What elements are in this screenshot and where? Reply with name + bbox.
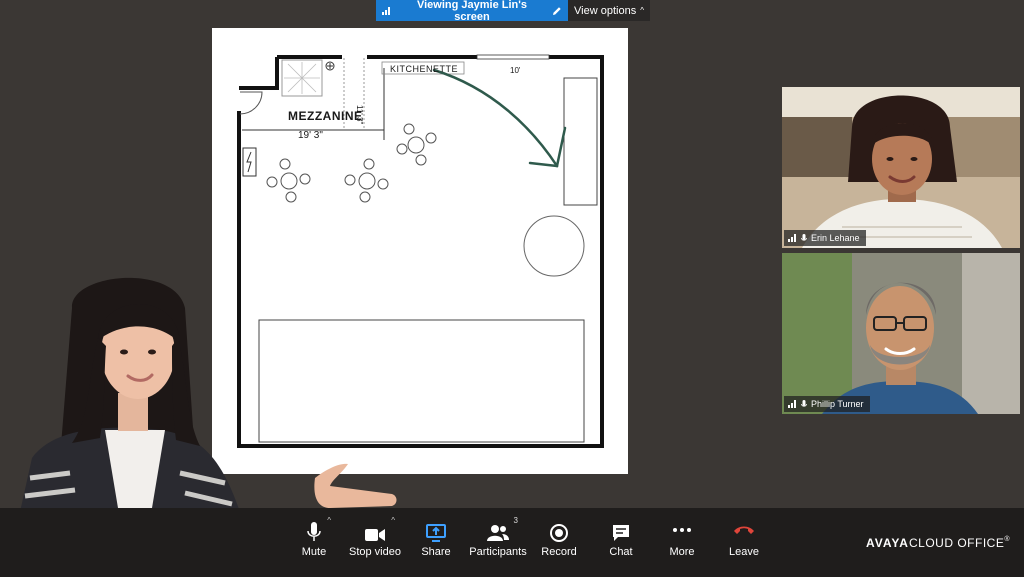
participant-name: Phillip Turner [811,399,864,409]
record-icon [550,524,568,542]
mezzanine-outline [242,58,385,140]
participant-video [782,253,1020,414]
share-screen-icon [426,524,446,542]
chat-icon [613,525,629,541]
participant-video [782,87,1020,248]
participant-label: Erin Lehane [784,230,866,246]
share-button[interactable]: Share [401,518,471,558]
video-camera-icon [365,529,385,541]
more-label: More [669,546,695,558]
mute-button[interactable]: ^ Mute [279,516,349,558]
presenter-video [0,268,400,512]
chat-button[interactable]: Chat [586,518,656,558]
pencil-icon[interactable] [552,6,562,16]
microphone-icon [801,399,807,407]
microphone-icon [307,522,321,541]
more-dots-icon [673,528,691,532]
more-button[interactable]: More [647,518,717,558]
round-table [523,215,585,277]
dimension-width: 19' 3" [298,130,323,141]
participant-name: Erin Lehane [811,233,860,243]
microphone-icon [801,233,807,241]
signal-icon [788,234,796,242]
chevron-up-icon[interactable]: ^ [327,516,331,525]
kitchenette-label: KITCHENETTE [390,64,459,74]
participant-tile-erin[interactable]: Erin Lehane [782,87,1020,248]
signal-icon [382,7,390,15]
participant-tile-phillip[interactable]: Phillip Turner [782,253,1020,414]
door-swing [239,91,263,115]
chevron-up-icon[interactable]: ^ [391,516,395,525]
hang-up-icon [734,526,754,534]
table-sets [266,123,437,203]
leave-label: Leave [729,546,759,558]
participants-count: 3 [513,516,518,525]
participant-label: Phillip Turner [784,396,870,412]
participants-button[interactable]: 3 Participants [463,516,533,558]
brand-product: CLOUD OFFICE [908,536,1005,550]
stop-video-label: Stop video [349,546,401,558]
right-counter [563,77,598,206]
annotation-arrow [432,68,567,168]
record-button[interactable]: Record [524,518,594,558]
participants-icon [487,525,509,541]
participants-label: Participants [469,546,527,558]
share-label: Share [421,546,451,558]
stop-video-button[interactable]: ^ Stop video [340,516,410,558]
dimension-height: 11' 3" [355,105,364,125]
signal-icon [788,400,796,408]
viewing-title: Viewing Jaymie Lin's screen [416,0,527,23]
record-label: Record [541,546,577,558]
mute-label: Mute [301,546,327,558]
view-options-label: View options [574,4,637,17]
screen-share-banner: Viewing Jaymie Lin's screen View options… [376,0,650,23]
leave-button[interactable]: Leave [709,518,779,558]
avaya-logo: AVAYACLOUD OFFICE® [865,536,1010,550]
presenter-figure [20,277,397,512]
brand-name: AVAYA [865,536,909,550]
dimension-top: 10' [510,66,521,75]
mezzanine-label: MEZZANINE [288,109,363,123]
viewing-indicator: Viewing Jaymie Lin's screen [376,0,568,23]
chevron-up-icon: ^ [640,6,644,15]
meeting-toolbar: ^ Mute ^ Stop video Share 3 Participants… [0,508,1024,577]
chat-label: Chat [609,546,633,558]
view-options-button[interactable]: View options ^ [568,0,650,21]
stairs-lines [284,62,320,94]
